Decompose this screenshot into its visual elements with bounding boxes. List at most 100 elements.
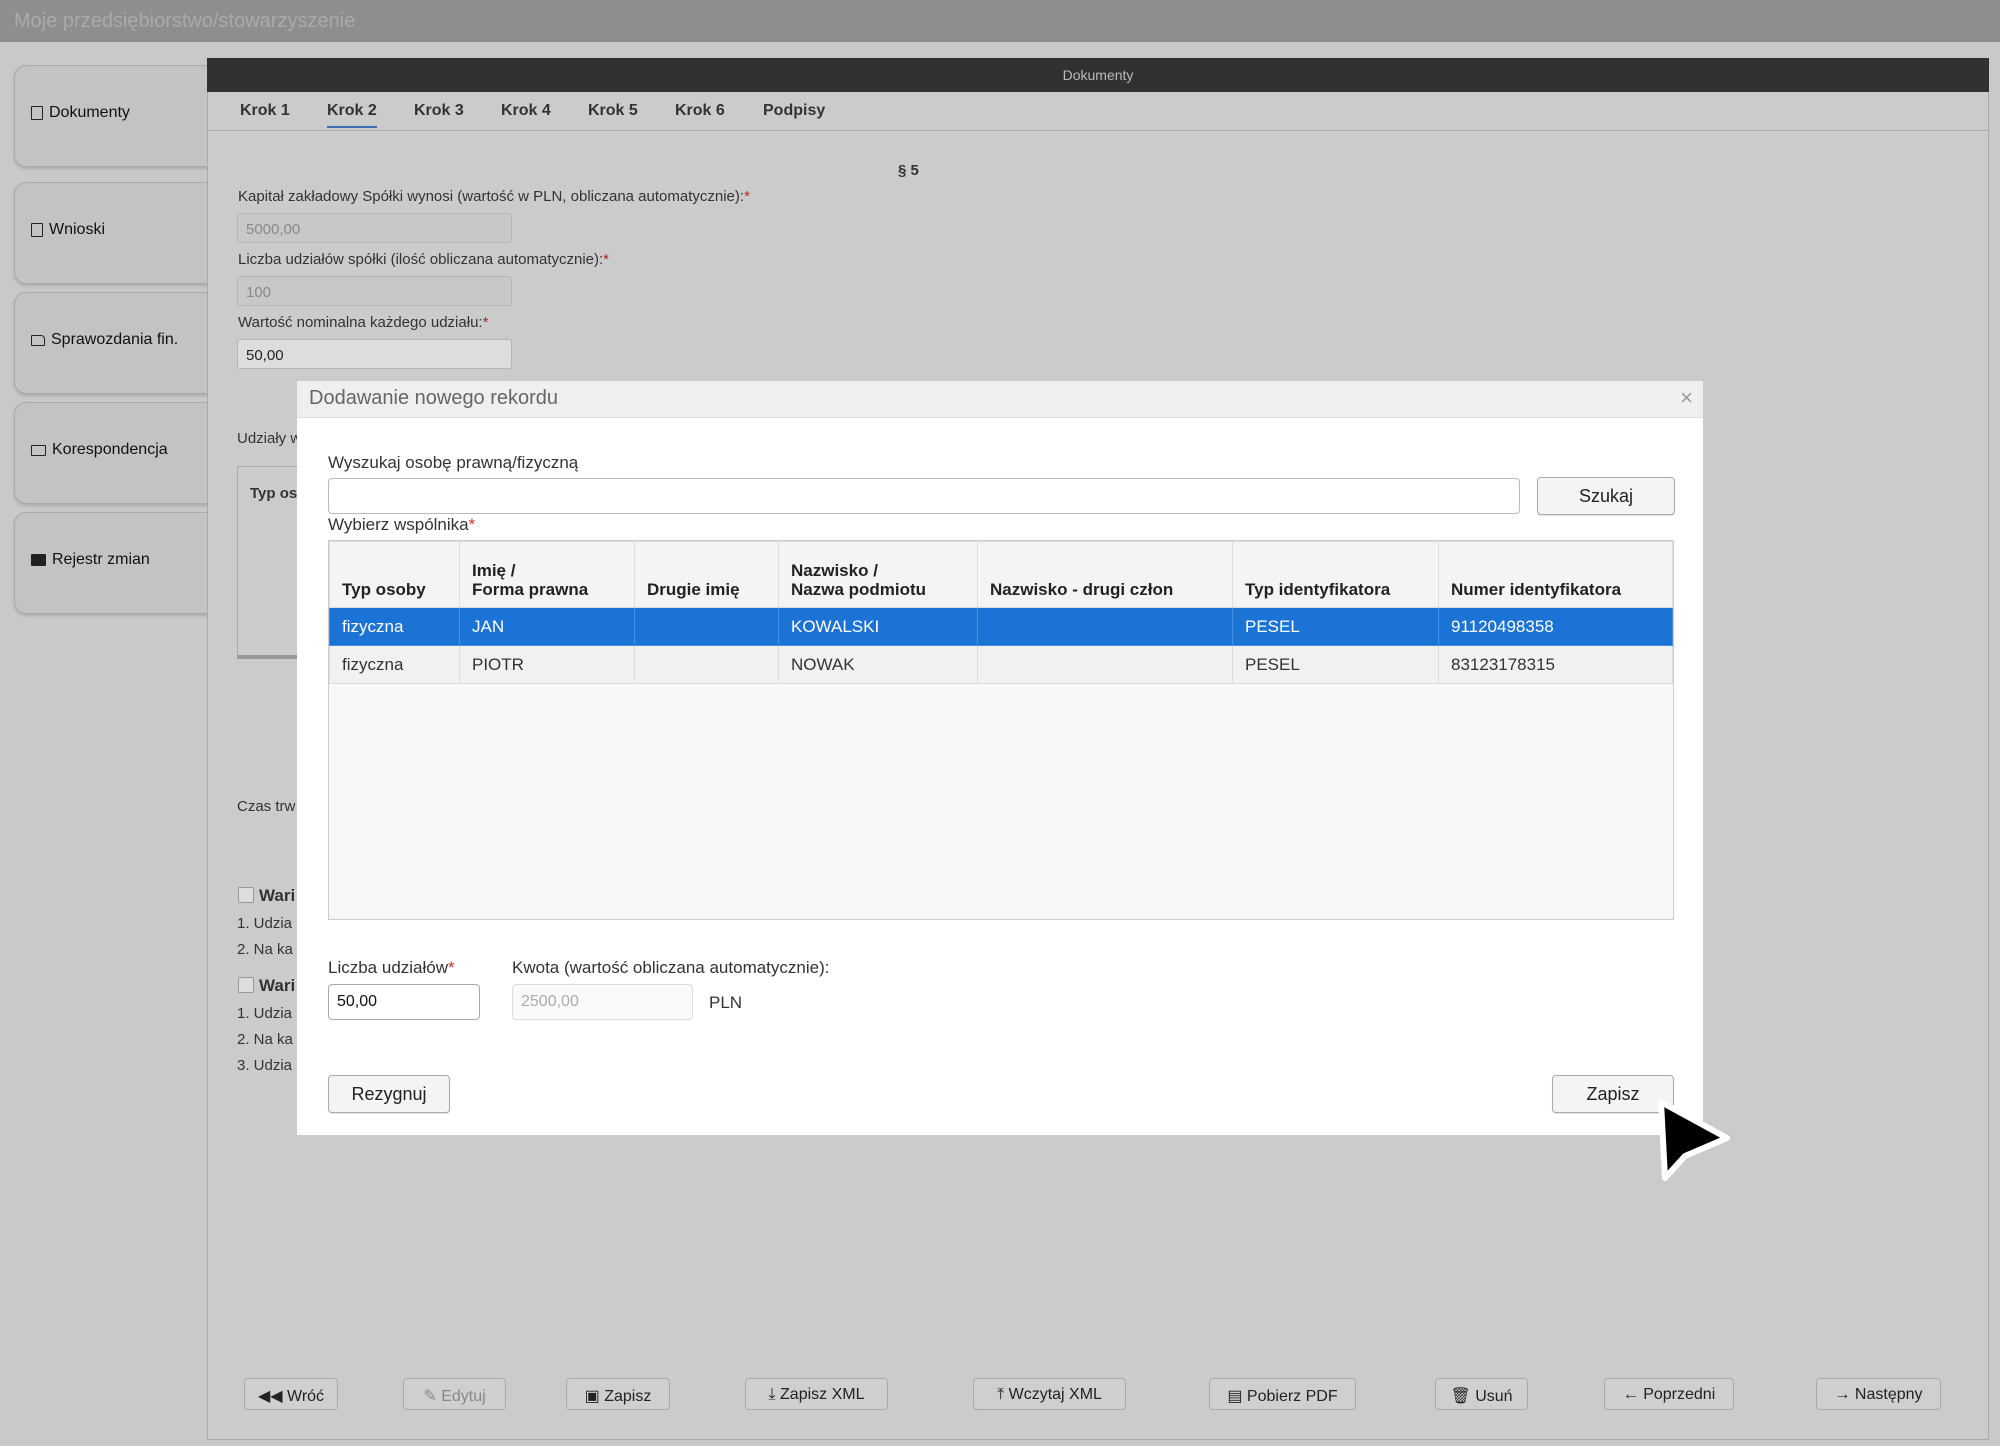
sidebar-item-sprawozdania[interactable]: Sprawozdania fin. [14, 292, 216, 394]
table-cell: fizyczna [329, 645, 460, 684]
envelope-icon [31, 444, 46, 456]
tab-krok-3[interactable]: Krok 3 [414, 102, 464, 120]
table-cell [634, 645, 779, 684]
download-pdf-button[interactable]: ▤ Pobierz PDF [1209, 1378, 1356, 1410]
variant-1-label: Wari [259, 886, 296, 905]
cancel-button[interactable]: Rezygnuj [328, 1075, 450, 1113]
panel-header: Dokumenty [207, 58, 1989, 92]
tab-krok-4[interactable]: Krok 4 [501, 102, 551, 120]
variant-2-line: 1. Udzia [237, 1005, 293, 1022]
search-input[interactable] [328, 478, 1520, 514]
dialog-title: Dodawanie nowego rekordu [309, 387, 559, 409]
pdf-icon: ▤ [1227, 1388, 1247, 1405]
variant-2-label: Wari [259, 976, 296, 995]
upload-icon: ⤒ [997, 1386, 1009, 1403]
arrow-left-icon: ← [1622, 1386, 1644, 1403]
table-row[interactable]: fizyczna JAN KOWALSKI PESEL 91120498358 [329, 607, 1673, 646]
table-cell [977, 645, 1233, 684]
currency-label: PLN [709, 993, 743, 1012]
search-label: Wyszukaj osobę prawną/fizyczną [328, 453, 579, 472]
column-header[interactable]: Typ identyfikatora [1232, 541, 1439, 608]
panel-title: Dokumenty [1062, 67, 1134, 83]
capital-field: 5000,00 [237, 213, 512, 243]
section-heading: § 5 [898, 162, 919, 179]
save-xml-button[interactable]: ⤓ Zapisz XML [745, 1378, 888, 1410]
amount-label: Kwota (wartość obliczana automatycznie): [512, 958, 830, 977]
sidebar-item-label: Rejestr zmian [52, 551, 150, 568]
shares-table-header: Typ os [250, 485, 298, 502]
table-cell [634, 607, 779, 646]
shares-count-label: Liczba udziałów spółki (ilość obliczana … [238, 251, 610, 268]
sidebar-item-rejestr-zmian[interactable]: Rejestr zmian [14, 512, 216, 614]
table-cell: 91120498358 [1438, 607, 1673, 646]
variant-2-checkbox[interactable] [238, 977, 254, 993]
close-icon[interactable]: × [1680, 385, 1693, 411]
table-cell: PIOTR [459, 645, 635, 684]
sidebar-item-label: Sprawozdania fin. [51, 331, 179, 348]
search-button[interactable]: Szukaj [1537, 477, 1675, 515]
sidebar-item-wnioski[interactable]: Wnioski [14, 182, 216, 284]
mouse-cursor-icon [1658, 1099, 1730, 1181]
step-tabs: Krok 1 Krok 2 Krok 3 Krok 4 Krok 5 Krok … [208, 94, 1988, 131]
duration-label: Czas trw [237, 798, 296, 815]
sidebar-item-label: Korespondencja [52, 441, 168, 458]
next-button[interactable]: → Następny [1816, 1378, 1941, 1410]
column-header[interactable]: Imię / Forma prawna [459, 541, 635, 608]
column-header[interactable]: Typ osoby [329, 541, 460, 608]
partner-grid: Typ osoby Imię / Forma prawna Drugie imię… [328, 540, 1674, 920]
column-header[interactable]: Nazwisko / Nazwa podmiotu [778, 541, 978, 608]
tab-krok-5[interactable]: Krok 5 [588, 102, 638, 120]
column-header[interactable]: Drugie imię [634, 541, 779, 608]
save-page-button[interactable]: ▣ Zapisz [566, 1378, 670, 1410]
column-header[interactable]: Nazwisko - drugi człon [977, 541, 1233, 608]
arrow-right-icon: → [1834, 1386, 1855, 1403]
amount-field: 2500,00 [512, 984, 693, 1020]
tab-krok-2[interactable]: Krok 2 [327, 102, 377, 128]
shares-count-field: 100 [237, 276, 512, 306]
dialog-header: Dodawanie nowego rekordu × [297, 381, 1703, 418]
window-titlebar: Moje przedsiębiorstwo/stowarzyszenie [0, 0, 2000, 42]
table-cell: PESEL [1232, 607, 1439, 646]
table-cell: KOWALSKI [778, 607, 978, 646]
document-icon [31, 106, 43, 120]
variant-2-line: 2. Na ka [237, 1031, 293, 1048]
load-xml-button[interactable]: ⤒ Wczytaj XML [973, 1378, 1126, 1410]
document-icon [31, 223, 43, 237]
partner-table: Typ osoby Imię / Forma prawna Drugie imię… [329, 541, 1673, 684]
edit-button[interactable]: ✎ Edytuj [403, 1378, 506, 1410]
variant-1-checkbox[interactable] [238, 887, 254, 903]
table-cell: NOWAK [778, 645, 978, 684]
window-title: Moje przedsiębiorstwo/stowarzyszenie [14, 10, 356, 32]
delete-button[interactable]: 🗑 Usuń [1435, 1378, 1528, 1410]
variant-1-line: 2. Na ka [237, 941, 293, 958]
table-row[interactable]: fizyczna PIOTR NOWAK PESEL 83123178315 [329, 645, 1673, 684]
nominal-value-label: Wartość nominalna każdego udziału:* [238, 314, 489, 331]
add-record-dialog: Dodawanie nowego rekordu × Wyszukaj osob… [297, 381, 1703, 1135]
tab-krok-6[interactable]: Krok 6 [675, 102, 725, 120]
shares-input[interactable]: 50,00 [328, 984, 480, 1020]
column-header[interactable]: Numer identyfikatora [1438, 541, 1673, 608]
nominal-value-field[interactable]: 50,00 [237, 339, 512, 369]
sidebar-item-dokumenty[interactable]: Dokumenty [14, 65, 216, 167]
table-header-row: Typ osoby Imię / Forma prawna Drugie imię… [329, 541, 1673, 608]
table-cell: JAN [459, 607, 635, 646]
previous-button[interactable]: ← Poprzedni [1604, 1378, 1734, 1410]
floppy-icon: ▣ [584, 1388, 605, 1405]
shares-label: Liczba udziałów* [328, 958, 455, 977]
variant-1-line: 1. Udzia [237, 915, 293, 932]
sidebar-item-korespondencja[interactable]: Korespondencja [14, 402, 216, 504]
sidebar-item-label: Dokumenty [49, 104, 130, 121]
tab-podpisy[interactable]: Podpisy [763, 102, 825, 120]
briefcase-icon [31, 554, 46, 566]
table-cell [977, 607, 1233, 646]
variant-2-line: 3. Udzia [237, 1057, 293, 1074]
back-button[interactable]: ◀◀ Wróć [244, 1378, 338, 1410]
back-icon: ◀◀ [257, 1388, 287, 1405]
tab-krok-1[interactable]: Krok 1 [240, 102, 290, 120]
table-cell: fizyczna [329, 607, 460, 646]
folder-open-icon [31, 334, 45, 346]
select-partner-label: Wybierz wspólnika* [328, 515, 476, 534]
download-icon: ⤓ [768, 1386, 781, 1403]
table-cell: 83123178315 [1438, 645, 1673, 684]
edit-icon: ✎ [423, 1388, 442, 1405]
